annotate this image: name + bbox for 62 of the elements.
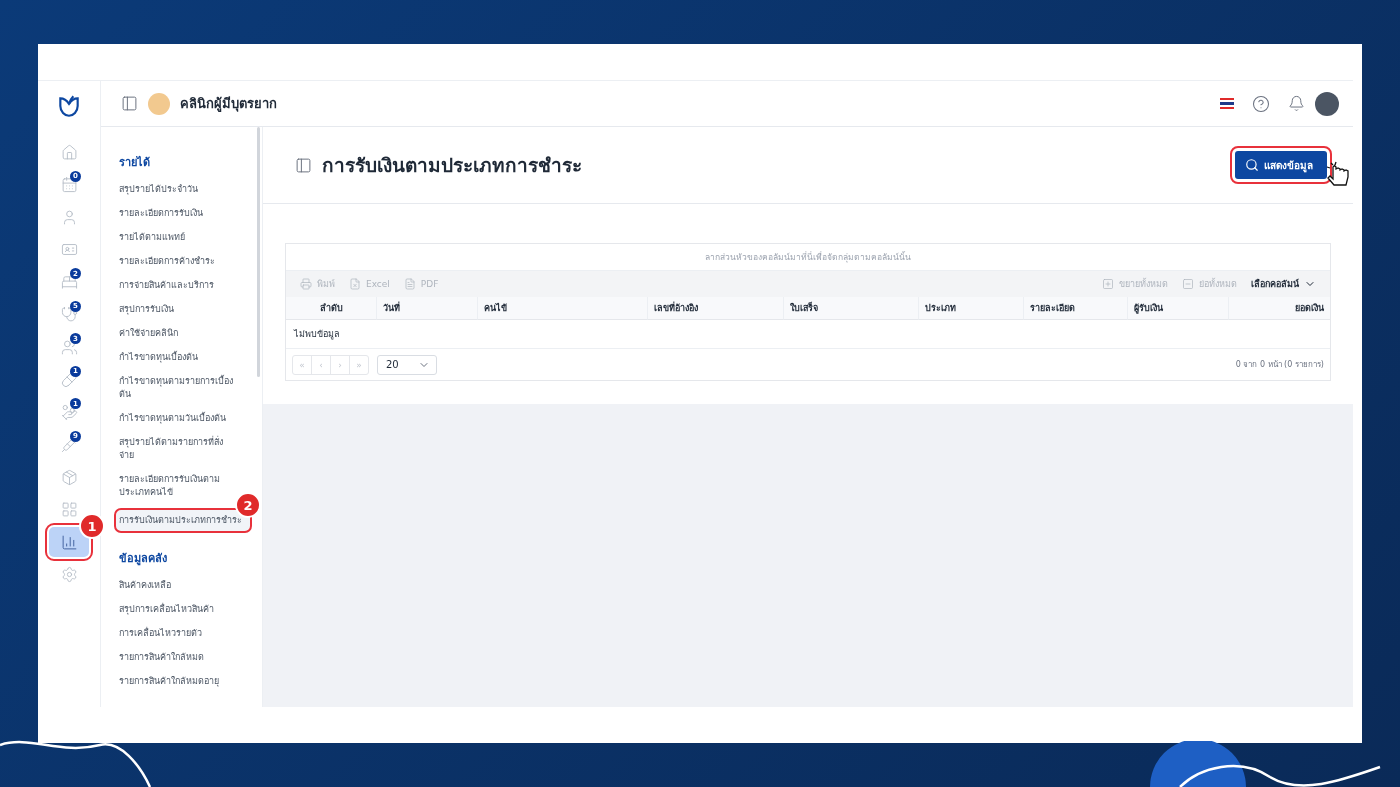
column-header[interactable]: คนไข้ [477,297,647,320]
column-header[interactable]: ประเภท [918,297,1023,320]
expand-all-icon [1102,278,1114,290]
empty-message: ไม่พบข้อมูล [286,320,1330,349]
help-icon[interactable] [1252,94,1270,113]
page-size-select[interactable]: 20 [377,354,437,375]
menu-section-title: ข้อมูลคลัง [119,551,168,567]
step-marker: 1 [79,513,105,539]
menu-item[interactable]: การรับเงินตามประเภทการชำระ [116,510,250,531]
tulip-logo-icon [56,93,82,119]
calendar-icon [60,176,78,193]
menu-item[interactable]: สรุปรายได้ประจำวัน [119,183,237,196]
excel-file-icon [349,278,361,290]
menu-item[interactable]: ค่าใช้จ่ายคลินิก [119,327,237,340]
menu-item[interactable]: รายละเอียดการค้างชำระ [119,255,237,268]
printer-icon [300,278,312,290]
menu-item[interactable]: รายการสินค้าใกล้หมดอายุ [119,675,237,688]
menu-item[interactable]: สรุปรายได้ตามรายการที่สั่งจ่าย [119,436,237,462]
column-header[interactable]: ใบเสร็จ [783,297,918,320]
column-header[interactable]: รายละเอียด [1023,297,1127,320]
clinic-name: คลินิกผู้มีบุตรยาก [180,95,277,114]
package-icon [60,468,78,486]
column-header[interactable]: ลำดับ [286,297,376,320]
search-icon [1245,158,1259,172]
column-header[interactable]: เลขที่อ้างอิง [647,297,783,320]
home-icon [60,143,78,161]
page-info: 0 จาก 0 หน้า (0 รายการ) [1235,359,1324,371]
menu-item[interactable]: รายได้ตามแพทย์ [119,231,237,244]
pdf-file-icon [403,278,416,290]
menu-item[interactable]: กำไรขาดทุนตามวันเบื้องต้น [119,412,237,425]
step-marker: 2 [235,492,261,518]
user-avatar[interactable] [1315,91,1339,116]
id-card-icon [60,241,78,258]
bell-icon[interactable] [1288,95,1305,112]
collapse-all-icon [1182,278,1194,290]
column-header[interactable]: ผู้รับเงิน [1127,297,1228,320]
menu-item[interactable]: สินค้าคงเหลือ [119,579,237,592]
menu-item[interactable]: การเคลื่อนไหวรายตัว [119,627,237,640]
settings-icon [60,566,78,583]
column-header[interactable]: วันที่ [376,297,477,320]
menu-item[interactable]: การจ่ายสินค้าและบริการ [119,279,237,292]
column-header[interactable]: ยอดเงิน [1228,297,1330,320]
menu-item[interactable]: กำไรขาดทุนเบื้องต้น [119,351,237,364]
menu-item[interactable]: กำไรขาดทุนตามรายการเบื้องต้น [119,375,237,401]
pill-icon [60,371,78,388]
scrollbar[interactable] [257,127,260,377]
bar-chart-icon [60,533,78,551]
menu-item[interactable]: รายละเอียดการรับเงิน [119,207,237,220]
clinic-avatar [148,92,170,115]
hand-coins-icon [60,403,78,421]
menu-item[interactable]: สรุปการรับเงิน [119,303,237,316]
column-chooser-dropdown[interactable]: เลือกคอลัมน์ [1251,277,1316,291]
stethoscope-icon [60,306,78,323]
flag-icon[interactable] [1220,98,1234,109]
panel-icon [295,156,312,174]
menu-item[interactable]: รายละเอียดการรับเงินตามประเภทคนไข้ [119,473,237,499]
menu-item[interactable]: สรุปการเคลื่อนไหวสินค้า [119,603,237,616]
grid-icon [60,501,78,518]
sidebar-toggle-icon[interactable] [121,95,138,112]
page-title: การรับเงินตามประเภทการชำระ [322,153,582,178]
menu-section-title: รายได้ [119,155,151,171]
menu-item[interactable]: รายการสินค้าใกล้หมด [119,651,237,664]
